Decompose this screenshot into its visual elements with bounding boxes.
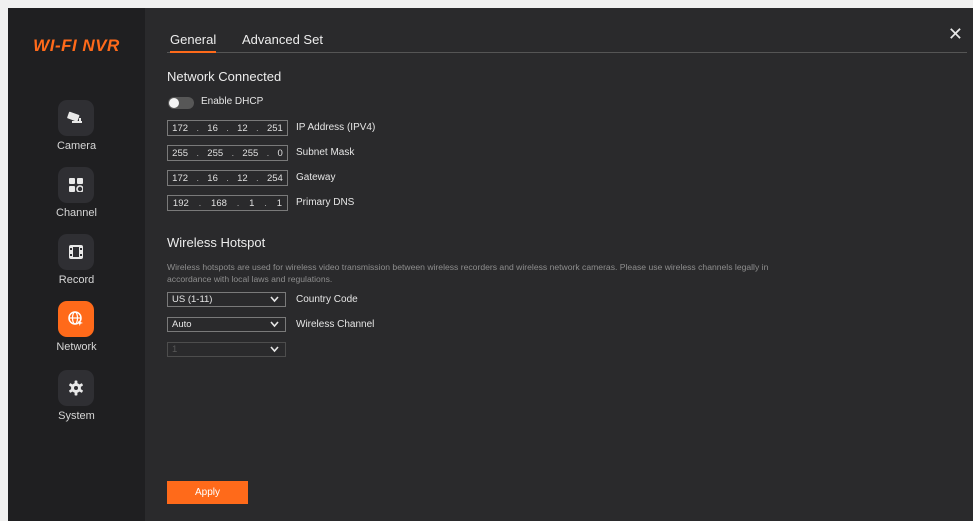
wireless-channel-select[interactable]: Auto	[167, 317, 286, 332]
gear-icon	[58, 370, 94, 406]
ip-octet: 12	[237, 122, 248, 134]
ip-octet: 172	[172, 122, 189, 134]
sidebar-item-record[interactable]: Record	[8, 234, 145, 298]
apply-button[interactable]: Apply	[167, 481, 248, 504]
sidebar-item-label: Channel	[56, 207, 97, 219]
ip-octet: 255	[242, 147, 259, 159]
ip-octet: 168	[211, 197, 227, 209]
close-icon[interactable]: ✕	[948, 24, 963, 45]
ip-octet: 1	[249, 197, 255, 209]
subnet-mask-input[interactable]: 255. 255. 255. 0	[167, 145, 288, 161]
ip-octet: 12	[237, 172, 248, 184]
tab-advanced-set[interactable]: Advanced Set	[242, 32, 323, 51]
wireless-channel-label: Wireless Channel	[296, 319, 375, 330]
film-icon	[58, 234, 94, 270]
ip-address-input[interactable]: 172. 16. 12. 251	[167, 120, 288, 136]
sidebar-item-label: System	[58, 410, 95, 422]
sidebar-item-channel[interactable]: Channel	[8, 167, 145, 231]
country-code-select[interactable]: US (1-11)	[167, 292, 286, 307]
main-panel: General Advanced Set ✕ Network Connected…	[145, 8, 973, 521]
primary-dns-input[interactable]: 192. 168. 1. 1	[167, 195, 288, 211]
ip-octet: 16	[207, 172, 218, 184]
primary-dns-label: Primary DNS	[296, 197, 355, 208]
ip-octet: 255	[172, 147, 189, 159]
subnet-mask-label: Subnet Mask	[296, 147, 355, 158]
select-value: US (1-11)	[172, 294, 213, 305]
ip-octet: 192	[172, 197, 189, 209]
select-value: Auto	[172, 319, 192, 330]
ip-address-label: IP Address (IPV4)	[296, 122, 376, 133]
app-logo: WI-FI NVR	[33, 36, 120, 55]
country-code-label: Country Code	[296, 294, 358, 305]
chevron-down-icon	[270, 345, 279, 356]
sidebar-item-label: Camera	[56, 140, 97, 152]
globe-icon	[58, 301, 94, 337]
ip-octet: 255	[207, 147, 224, 159]
sidebar-item-system[interactable]: System	[8, 370, 145, 434]
gateway-label: Gateway	[296, 172, 336, 183]
sidebar-item-camera[interactable]: Camera	[8, 100, 145, 164]
dhcp-label: Enable DHCP	[201, 96, 264, 107]
grid-icon	[58, 167, 94, 203]
camera-icon	[58, 100, 94, 136]
select-value: 1	[172, 344, 178, 355]
hotspot-section-title: Wireless Hotspot	[167, 235, 266, 250]
sidebar-item-label: Network	[56, 341, 97, 353]
tab-bar: General Advanced Set	[167, 32, 967, 53]
sidebar-item-label: Record	[58, 274, 95, 286]
tab-general[interactable]: General	[170, 32, 217, 53]
chevron-down-icon	[270, 295, 279, 306]
sidebar-item-network[interactable]: Network	[8, 301, 145, 365]
ip-octet: 251	[266, 122, 283, 134]
ip-octet: 172	[172, 172, 189, 184]
channel-number-select: 1	[167, 342, 286, 357]
gateway-input[interactable]: 172. 16. 12. 254	[167, 170, 288, 186]
sidebar: WI-FI NVR Camera Channel Record Network …	[8, 8, 145, 521]
ip-octet: 0	[277, 147, 283, 159]
ip-octet: 254	[266, 172, 283, 184]
chevron-down-icon	[270, 320, 279, 331]
ip-octet: 1	[276, 197, 283, 209]
hotspot-description: Wireless hotspots are used for wireless …	[167, 262, 769, 284]
dhcp-toggle[interactable]	[168, 97, 194, 109]
ip-octet: 16	[207, 122, 218, 134]
network-section-title: Network Connected	[167, 69, 282, 84]
